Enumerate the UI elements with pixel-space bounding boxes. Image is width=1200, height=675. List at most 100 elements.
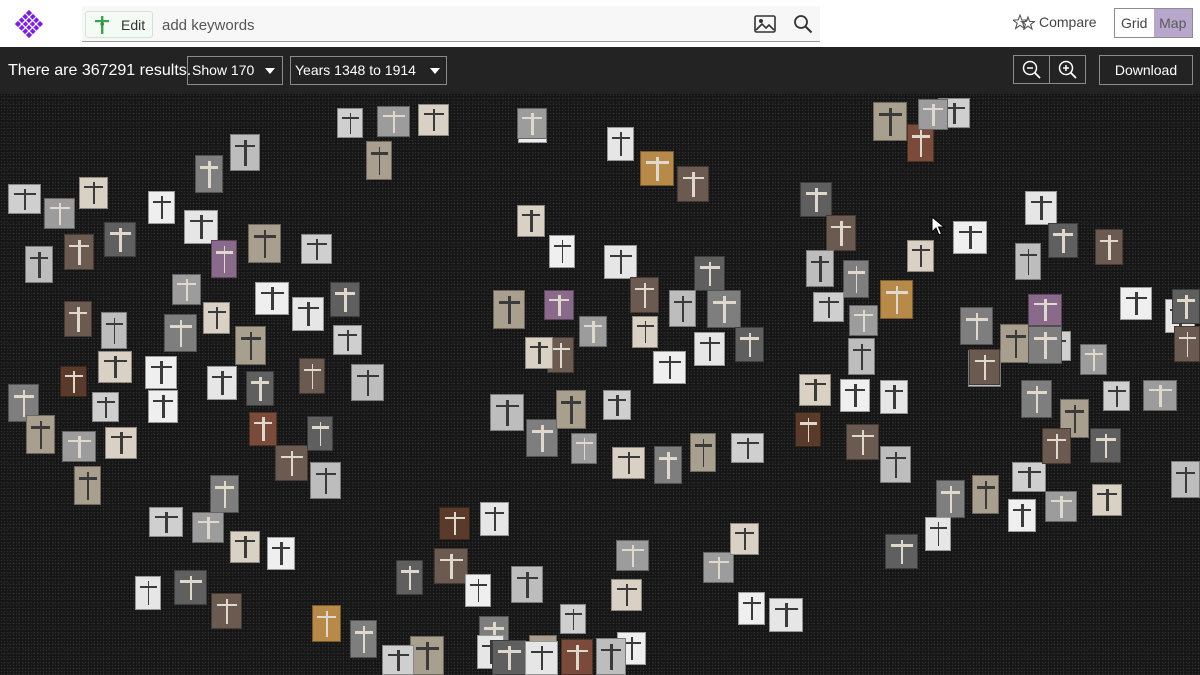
artwork-thumbnail[interactable] bbox=[105, 427, 137, 459]
artwork-thumbnail[interactable] bbox=[738, 592, 765, 625]
artwork-thumbnail[interactable] bbox=[307, 416, 333, 451]
artwork-thumbnail[interactable] bbox=[148, 390, 178, 423]
artwork-thumbnail[interactable] bbox=[26, 415, 55, 454]
artwork-thumbnail[interactable] bbox=[525, 641, 558, 675]
artwork-thumbnail[interactable] bbox=[366, 141, 392, 180]
artwork-thumbnail[interactable] bbox=[560, 604, 586, 634]
artwork-thumbnail[interactable] bbox=[694, 256, 725, 291]
artwork-thumbnail[interactable] bbox=[351, 364, 384, 401]
artwork-thumbnail[interactable] bbox=[918, 99, 948, 130]
artwork-thumbnail[interactable] bbox=[1143, 380, 1177, 411]
artwork-thumbnail[interactable] bbox=[337, 108, 363, 138]
artwork-thumbnail[interactable] bbox=[526, 419, 558, 457]
artwork-thumbnail[interactable] bbox=[690, 433, 716, 472]
artwork-thumbnail[interactable] bbox=[511, 566, 543, 603]
artwork-thumbnail[interactable] bbox=[517, 205, 545, 237]
artwork-thumbnail[interactable] bbox=[579, 316, 607, 347]
artwork-thumbnail[interactable] bbox=[184, 210, 218, 244]
artwork-thumbnail[interactable] bbox=[925, 517, 951, 551]
artwork-thumbnail[interactable] bbox=[246, 371, 274, 406]
artwork-thumbnail[interactable] bbox=[292, 297, 324, 331]
artwork-thumbnail[interactable] bbox=[62, 431, 96, 462]
artwork-thumbnail[interactable] bbox=[207, 366, 237, 400]
artwork-thumbnail[interactable] bbox=[848, 338, 875, 375]
artwork-thumbnail[interactable] bbox=[235, 326, 266, 365]
artwork-thumbnail[interactable] bbox=[377, 106, 410, 137]
zoom-out-button[interactable] bbox=[1013, 55, 1050, 84]
artwork-thumbnail[interactable] bbox=[145, 356, 177, 389]
artwork-thumbnail[interactable] bbox=[1028, 294, 1062, 326]
artwork-thumbnail[interactable] bbox=[465, 574, 491, 607]
artwork-thumbnail[interactable] bbox=[480, 502, 509, 536]
artwork-thumbnail[interactable] bbox=[98, 351, 132, 383]
artwork-thumbnail[interactable] bbox=[795, 412, 821, 447]
artwork-thumbnail[interactable] bbox=[1171, 461, 1200, 498]
artwork-thumbnail[interactable] bbox=[1080, 344, 1107, 375]
artwork-thumbnail[interactable] bbox=[44, 198, 75, 229]
artwork-thumbnail[interactable] bbox=[849, 305, 878, 336]
artwork-thumbnail[interactable] bbox=[730, 523, 759, 555]
artwork-thumbnail[interactable] bbox=[203, 302, 230, 334]
artwork-thumbnail[interactable] bbox=[907, 240, 934, 272]
artwork-thumbnail[interactable] bbox=[1012, 462, 1046, 492]
artwork-thumbnail[interactable] bbox=[826, 215, 856, 251]
artwork-thumbnail[interactable] bbox=[299, 358, 325, 394]
artwork-thumbnail[interactable] bbox=[64, 234, 94, 270]
artwork-thumbnail[interactable] bbox=[607, 127, 634, 161]
artwork-thumbnail[interactable] bbox=[79, 177, 108, 209]
artwork-thumbnail[interactable] bbox=[799, 374, 831, 406]
map-view-button[interactable]: Map bbox=[1153, 9, 1192, 37]
artwork-thumbnail[interactable] bbox=[1095, 229, 1123, 265]
artwork-thumbnail[interactable] bbox=[846, 424, 879, 460]
artwork-thumbnail[interactable] bbox=[843, 260, 869, 298]
artwork-thumbnail[interactable] bbox=[525, 337, 553, 369]
image-search-icon[interactable] bbox=[754, 15, 776, 33]
artwork-thumbnail[interactable] bbox=[873, 102, 907, 141]
artwork-thumbnail[interactable] bbox=[64, 301, 92, 337]
artwork-thumbnail[interactable] bbox=[92, 392, 119, 422]
artwork-thumbnail[interactable] bbox=[310, 462, 341, 499]
artwork-thumbnail[interactable] bbox=[544, 290, 574, 320]
artwork-thumbnail[interactable] bbox=[230, 531, 260, 563]
artwork-thumbnail[interactable] bbox=[255, 282, 289, 315]
artwork-thumbnail[interactable] bbox=[813, 292, 844, 322]
artwork-thumbnail[interactable] bbox=[953, 221, 987, 254]
artwork-thumbnail[interactable] bbox=[1025, 191, 1057, 225]
artwork-thumbnail[interactable] bbox=[1015, 243, 1041, 280]
artwork-thumbnail[interactable] bbox=[1103, 381, 1130, 411]
artwork-thumbnail[interactable] bbox=[800, 182, 832, 217]
artwork-thumbnail[interactable] bbox=[230, 134, 260, 171]
artwork-thumbnail[interactable] bbox=[8, 184, 41, 214]
image-map-canvas[interactable] bbox=[0, 94, 1200, 675]
artwork-thumbnail[interactable] bbox=[806, 250, 834, 287]
artwork-thumbnail[interactable] bbox=[880, 380, 908, 414]
artwork-thumbnail[interactable] bbox=[731, 433, 764, 463]
artwork-thumbnail[interactable] bbox=[192, 512, 224, 543]
artwork-thumbnail[interactable] bbox=[1090, 428, 1121, 463]
artwork-thumbnail[interactable] bbox=[969, 349, 1000, 385]
artwork-thumbnail[interactable] bbox=[210, 475, 239, 513]
artwork-thumbnail[interactable] bbox=[1172, 289, 1200, 324]
artwork-thumbnail[interactable] bbox=[885, 534, 918, 569]
artwork-thumbnail[interactable] bbox=[439, 507, 470, 540]
artwork-thumbnail[interactable] bbox=[1008, 499, 1036, 532]
artwork-thumbnail[interactable] bbox=[556, 390, 586, 429]
artwork-thumbnail[interactable] bbox=[330, 282, 360, 317]
artwork-thumbnail[interactable] bbox=[703, 552, 734, 583]
download-button[interactable]: Download bbox=[1099, 55, 1193, 85]
artwork-thumbnail[interactable] bbox=[434, 548, 468, 584]
artwork-thumbnail[interactable] bbox=[1042, 428, 1071, 464]
artwork-thumbnail[interactable] bbox=[1000, 324, 1031, 363]
artwork-thumbnail[interactable] bbox=[1028, 326, 1062, 364]
grid-view-button[interactable]: Grid bbox=[1115, 9, 1154, 37]
artwork-thumbnail[interactable] bbox=[960, 307, 993, 345]
artwork-thumbnail[interactable] bbox=[104, 222, 136, 257]
artwork-thumbnail[interactable] bbox=[880, 446, 911, 483]
artwork-thumbnail[interactable] bbox=[1048, 223, 1078, 258]
years-dropdown[interactable]: Years 1348 to 1914 bbox=[290, 56, 447, 85]
artwork-thumbnail[interactable] bbox=[249, 412, 277, 446]
artwork-thumbnail[interactable] bbox=[561, 639, 593, 675]
artwork-thumbnail[interactable] bbox=[517, 108, 547, 139]
show-count-dropdown[interactable]: Show 170 bbox=[187, 56, 283, 85]
artwork-thumbnail[interactable] bbox=[149, 507, 183, 537]
